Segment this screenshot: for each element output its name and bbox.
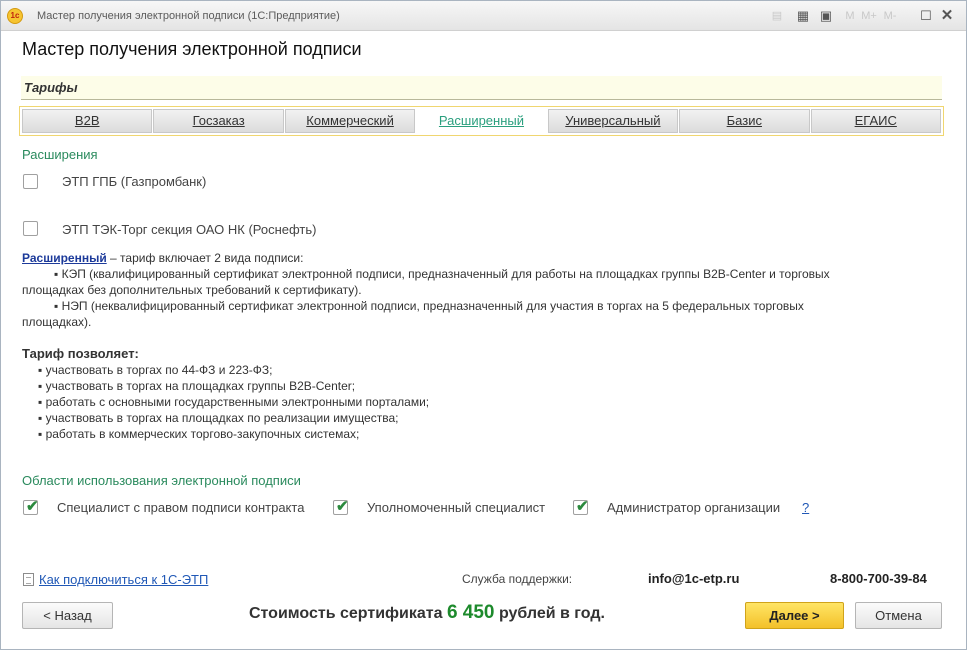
support-phone: 8-800-700-39-84: [830, 571, 927, 586]
howto-connect-link[interactable]: Как подключиться к 1С-ЭТП: [39, 572, 208, 587]
allows-title: Тариф позволяет:: [22, 346, 139, 361]
check-icon: ✔: [576, 498, 589, 515]
usage-label: Области использования электронной подпис…: [22, 473, 301, 488]
tariff-intro: – тариф включает 2 вида подписи:: [106, 251, 304, 265]
calendar-icon[interactable]: ▣: [818, 8, 834, 24]
usage-checkbox-authorized[interactable]: ✔: [333, 498, 349, 515]
tariff-tabs: B2B Госзаказ Коммерческий Расширенный Ун…: [19, 106, 944, 136]
document-icon[interactable]: ▤: [769, 8, 785, 24]
maximize-icon[interactable]: ☐: [918, 8, 934, 24]
extensions-label: Расширения: [22, 147, 98, 162]
usage-label-contract-signer: Специалист с правом подписи контракта: [57, 500, 305, 515]
allows-item: ▪ участвовать в торгах на площадках по р…: [38, 411, 399, 425]
title-bar: 1с Мастер получения электронной подписи …: [1, 1, 966, 31]
page-title: Мастер получения электронной подписи: [22, 39, 362, 59]
allows-item: ▪ участвовать в торгах на площадках груп…: [38, 379, 356, 393]
memory-m-button[interactable]: M: [843, 8, 857, 24]
extension-label-tek-torg: ЭТП ТЭК-Торг секция ОАО НК (Роснефть): [62, 222, 317, 237]
usage-label-authorized: Уполномоченный специалист: [367, 500, 546, 515]
nep-line: ▪ НЭП (неквалифицированный сертификат эл…: [54, 299, 804, 313]
price-suffix: рублей в год.: [494, 605, 605, 622]
tab-b2b[interactable]: B2B: [22, 109, 153, 133]
kep-line: ▪ КЭП (квалифицированный сертификат элек…: [54, 267, 830, 281]
extension-checkbox-tek-torg[interactable]: [23, 221, 38, 236]
calculator-icon[interactable]: ▦: [795, 8, 811, 24]
usage-checkbox-admin[interactable]: ✔: [573, 498, 589, 515]
memory-minus-button[interactable]: M-: [881, 8, 899, 24]
tab-egais[interactable]: ЕГАИС: [810, 109, 941, 133]
extension-label-gpb: ЭТП ГПБ (Газпромбанк): [62, 174, 207, 189]
kep-line-cont: площадках без дополнительных требований …: [22, 283, 362, 297]
price-amount: 6 450: [446, 602, 495, 623]
tab-kommercheskiy[interactable]: Коммерческий: [284, 109, 416, 133]
window-title: Мастер получения электронной подписи (1С…: [37, 10, 340, 22]
price-prefix: Стоимость сертификата: [249, 605, 447, 622]
memory-plus-button[interactable]: M+: [860, 8, 878, 24]
cancel-button[interactable]: Отмена: [855, 602, 942, 629]
tab-goszakaz[interactable]: Госзаказ: [153, 109, 284, 133]
check-icon: ✔: [26, 498, 39, 515]
app-logo-icon: 1с: [7, 8, 23, 24]
tab-universalny[interactable]: Универсальный: [547, 109, 679, 133]
usage-label-admin: Администратор организации: [607, 500, 781, 515]
tab-rasshirenny[interactable]: Расширенный: [416, 109, 547, 133]
allows-item: ▪ работать с основными государственными …: [38, 395, 430, 409]
tab-bazis[interactable]: Базис: [679, 109, 810, 133]
wizard-window: 1с Мастер получения электронной подписи …: [0, 0, 967, 650]
tariff-description: Расширенный – тариф включает 2 вида подп…: [22, 250, 303, 266]
tariffs-group-header: Тарифы: [21, 76, 942, 100]
check-icon: ✔: [336, 498, 349, 515]
support-email: info@1c-etp.ru: [648, 571, 740, 586]
support-label: Служба поддержки:: [462, 572, 573, 586]
next-button[interactable]: Далее >: [745, 602, 844, 629]
allows-item: ▪ работать в коммерческих торгово-закупо…: [38, 427, 360, 441]
nep-line-cont: площадках).: [22, 315, 92, 329]
certificate-price: Стоимость сертификата 6 450 рублей в год…: [249, 602, 605, 624]
help-link[interactable]: ?: [802, 500, 809, 515]
allows-item: ▪ участвовать в торгах по 44-ФЗ и 223-ФЗ…: [38, 363, 273, 377]
back-button[interactable]: < Назад: [22, 602, 113, 629]
usage-checkbox-contract-signer[interactable]: ✔: [23, 498, 39, 515]
extension-checkbox-gpb[interactable]: [23, 174, 38, 189]
tariffs-header-label: Тарифы: [24, 80, 78, 95]
close-icon[interactable]: ✕: [939, 8, 955, 24]
tariff-name-link[interactable]: Расширенный: [22, 251, 107, 265]
document-icon: [23, 573, 34, 586]
